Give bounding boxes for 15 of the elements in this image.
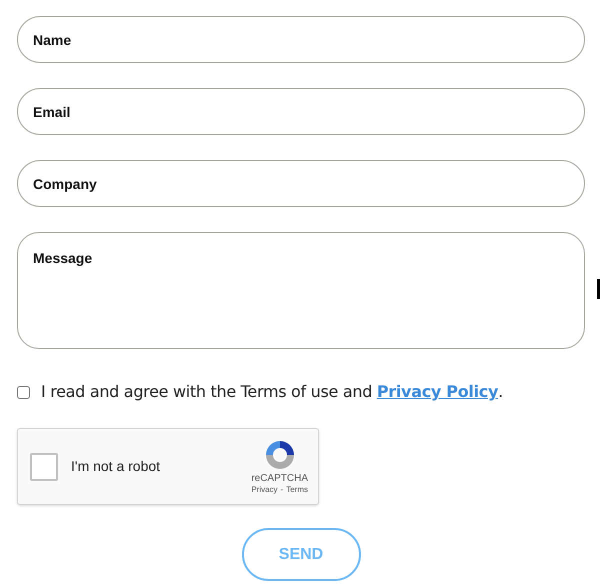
recaptcha-label: I'm not a robot [71,457,160,476]
text-field[interactable]: Email [17,88,585,135]
privacy-policy-link[interactable]: Privacy Policy [376,382,498,401]
text-field[interactable]: Company [17,160,585,207]
terms-link[interactable]: Terms [286,484,308,494]
separator-text: - [280,484,284,494]
recaptcha-logo-icon [264,438,296,470]
consent-checkbox[interactable] [17,386,30,398]
consent-text: I read and agree with the Terms of use and Privacy Policy. [41,381,503,403]
text-field[interactable]: Name [17,16,585,63]
privacy-link[interactable]: Privacy [251,484,278,494]
recaptcha-brand: reCAPTCHA [251,472,308,484]
message-field[interactable]: Message [17,232,585,349]
recaptcha-checkbox[interactable] [30,452,58,480]
cursor-mark [597,279,600,299]
